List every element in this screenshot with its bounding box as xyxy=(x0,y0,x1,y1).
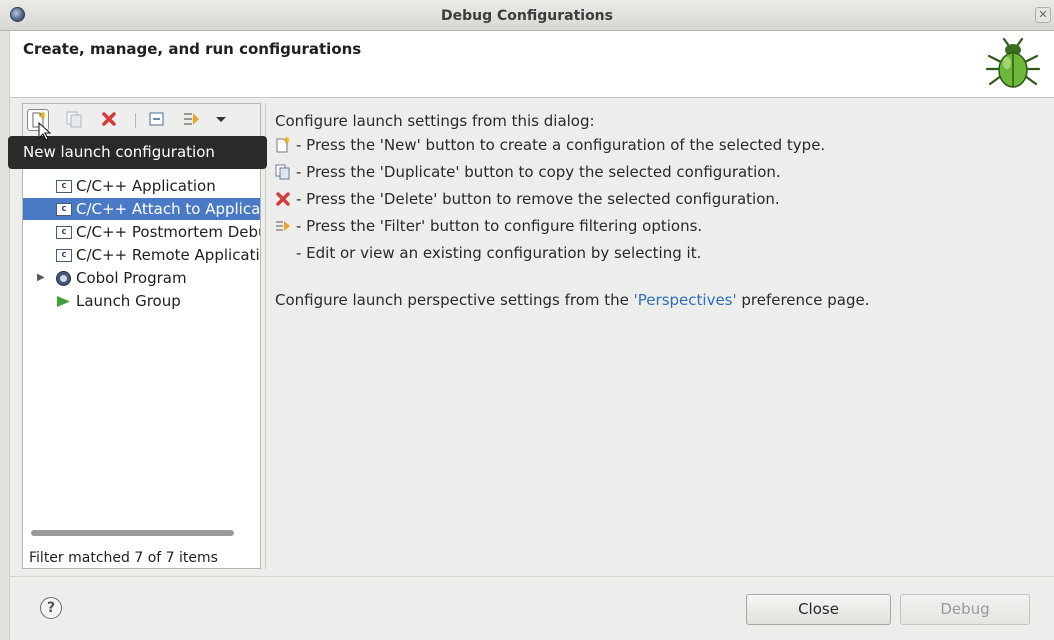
tree-item-label: C/C++ Application xyxy=(76,177,216,195)
tree-toolbar xyxy=(23,104,260,138)
collapse-all-button[interactable] xyxy=(147,109,169,131)
tree-item-label: C/C++ Postmortem Debugger xyxy=(76,223,260,241)
info-pane: Configure launch settings from this dial… xyxy=(265,103,1054,569)
view-menu-button[interactable] xyxy=(213,109,229,131)
filter-icon xyxy=(276,221,290,231)
tree-item-label: C/C++ Attach to Application xyxy=(76,200,260,218)
info-line-delete: - Press the 'Delete' button to remove th… xyxy=(276,190,780,208)
c-app-icon: c xyxy=(56,180,72,193)
help-button[interactable]: ? xyxy=(40,597,62,619)
info-intro: Configure launch settings from this dial… xyxy=(275,112,595,130)
tree-item-c-postmortem[interactable]: c C/C++ Postmortem Debugger xyxy=(23,221,260,243)
cobol-icon xyxy=(56,271,71,286)
tree-item-label: Launch Group xyxy=(76,292,181,310)
perspectives-link[interactable]: 'Perspectives' xyxy=(634,291,737,309)
window-close-button[interactable]: ✕ xyxy=(1035,7,1051,23)
info-line-edit: - Edit or view an existing configuration… xyxy=(296,244,702,262)
debug-bug-icon xyxy=(985,37,1041,88)
horizontal-scrollbar[interactable] xyxy=(31,530,234,536)
header-title: Create, manage, and run configurations xyxy=(23,40,362,58)
info-line-filter: - Press the 'Filter' button to configure… xyxy=(276,217,703,235)
info-perspective-line: Configure launch perspective settings fr… xyxy=(275,291,870,309)
info-line-new: - Press the 'New' button to create a con… xyxy=(276,136,826,154)
chevron-down-icon xyxy=(216,117,226,122)
info-line-text: - Press the 'Duplicate' button to copy t… xyxy=(296,163,781,181)
info-line-text: - Press the 'Delete' button to remove th… xyxy=(296,190,780,208)
mouse-cursor-icon xyxy=(38,122,52,141)
tree-item-label: C/C++ Remote Application xyxy=(76,246,260,264)
new-config-icon xyxy=(276,136,290,153)
perspective-suffix: preference page. xyxy=(736,291,870,309)
filter-button[interactable] xyxy=(182,109,204,131)
configuration-tree-pane: c C/C++ Application c C/C++ Attach to Ap… xyxy=(22,103,261,569)
duplicate-icon xyxy=(275,164,290,180)
launch-group-icon xyxy=(57,296,70,307)
tree-item-label: Cobol Program xyxy=(76,269,187,287)
expand-arrow-icon[interactable]: ▶ xyxy=(37,267,45,289)
c-app-icon: c xyxy=(56,226,72,239)
delete-icon xyxy=(102,112,116,126)
tree-item-c-attach[interactable]: c C/C++ Attach to Application xyxy=(23,198,260,220)
title-bar: Debug Configurations ✕ xyxy=(0,0,1054,31)
c-app-icon: c xyxy=(56,249,72,262)
duplicate-icon xyxy=(66,111,82,128)
footer-separator xyxy=(10,576,1054,577)
info-line-text: - Press the 'Filter' button to configure… xyxy=(296,217,703,235)
tree-item-c-application[interactable]: c C/C++ Application xyxy=(23,175,260,197)
configuration-tree: c C/C++ Application c C/C++ Attach to Ap… xyxy=(23,137,260,532)
duplicate-button[interactable] xyxy=(64,109,86,131)
tree-item-cobol[interactable]: ▶ Cobol Program xyxy=(23,267,260,289)
collapse-all-icon xyxy=(149,112,164,126)
close-button[interactable]: Close xyxy=(746,594,891,625)
dialog-header: Create, manage, and run configurations xyxy=(10,31,1054,98)
filter-status-text: Filter matched 7 of 7 items xyxy=(29,550,218,566)
info-line-duplicate: - Press the 'Duplicate' button to copy t… xyxy=(275,163,781,181)
filter-icon xyxy=(184,113,199,125)
perspective-prefix: Configure launch perspective settings fr… xyxy=(275,291,634,309)
window-frame xyxy=(0,30,10,640)
delete-icon xyxy=(276,192,290,206)
toolbar-separator xyxy=(135,113,136,128)
delete-button[interactable] xyxy=(99,109,121,131)
tree-item-c-remote[interactable]: c C/C++ Remote Application xyxy=(23,244,260,266)
tree-item-launch-group[interactable]: Launch Group xyxy=(23,290,260,312)
info-line-text: - Press the 'New' button to create a con… xyxy=(296,136,826,154)
window-title: Debug Configurations xyxy=(441,8,613,24)
c-app-icon: c xyxy=(56,203,72,216)
debug-button[interactable]: Debug xyxy=(900,594,1030,625)
